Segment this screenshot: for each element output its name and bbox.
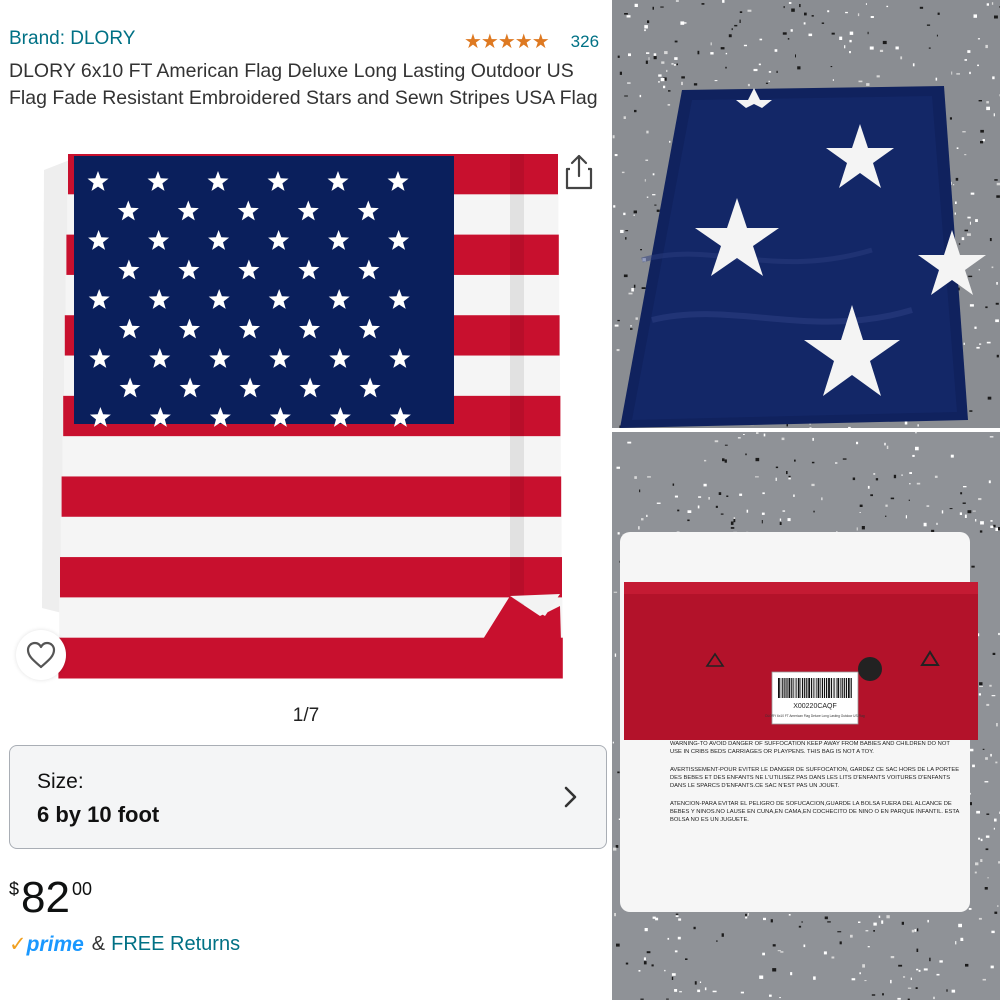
free-returns-link[interactable]: FREE Returns — [111, 933, 240, 956]
share-icon[interactable] — [562, 152, 596, 192]
heart-icon — [26, 641, 56, 669]
package-code: X00220CAQF — [793, 703, 837, 710]
price-whole: 82 — [21, 873, 70, 922]
rating[interactable]: ★★★★★ 326 — [464, 29, 599, 54]
flag-stripe — [61, 476, 562, 518]
delivery-info: ✓ prime & FREE Returns — [9, 932, 240, 957]
package-desc: DLORY 6x10 FT American Flag Deluxe Long … — [765, 714, 865, 718]
price: $ 82 00 — [9, 875, 92, 921]
warning-es: ATENCION-PARA EVITAR EL PELIGRO DE SOFUC… — [670, 801, 960, 823]
photo-divider — [612, 428, 1000, 432]
prime-logo: prime — [26, 932, 84, 956]
image-pager: 1/7 — [292, 705, 320, 726]
brand-link[interactable]: Brand: DLORY — [9, 28, 135, 50]
flag-stripe — [59, 597, 563, 639]
photo-column: X00220CAQF DLORY 6x10 FT American Flag D… — [612, 0, 1000, 1000]
price-symbol: $ — [9, 879, 20, 899]
warning-fr: AVERTISSEMENT-POUR EVITER LE DANGER DE S… — [670, 767, 960, 789]
star-rating-icon: ★★★★★ — [464, 31, 550, 53]
size-label: Size: — [37, 770, 84, 793]
size-value: 6 by 10 foot — [37, 802, 160, 827]
price-fraction: 00 — [71, 879, 92, 899]
flag-stripe — [60, 557, 562, 598]
chevron-right-icon — [564, 786, 577, 808]
customer-photo-bottom[interactable]: X00220CAQF DLORY 6x10 FT American Flag D… — [612, 432, 1000, 1000]
ampersand: & — [91, 933, 106, 955]
size-selector[interactable]: Size: 6 by 10 foot — [9, 745, 607, 849]
customer-photo-top[interactable] — [612, 0, 1000, 428]
wishlist-button[interactable] — [16, 630, 66, 680]
product-title: DLORY 6x10 FT American Flag Deluxe Long … — [9, 60, 598, 109]
flag-stripe — [60, 516, 562, 558]
flag-stripe — [62, 436, 561, 477]
warning-en: WARNING-TO AVOID DANGER OF SUFFOCATION K… — [670, 741, 950, 755]
prime-check-icon: ✓ — [9, 933, 27, 956]
rating-count[interactable]: 326 — [571, 32, 599, 52]
product-panel: Brand: DLORY ★★★★★ 326 DLORY 6x10 FT Ame… — [0, 0, 612, 1000]
product-image[interactable] — [40, 146, 585, 686]
